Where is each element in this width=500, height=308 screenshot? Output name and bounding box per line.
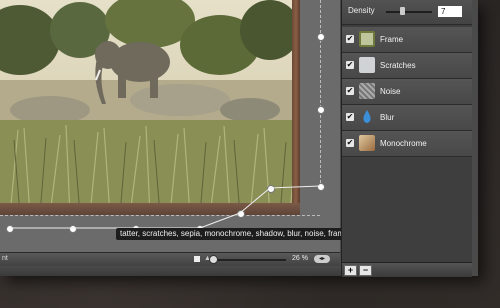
filter-row-noise[interactable]: ✔ Noise [342,79,472,105]
filter-row-blur[interactable]: ✔ Blur [342,105,472,131]
frame-checkbox[interactable]: ✔ [346,35,354,43]
panel-footer: + − [342,262,472,277]
filter-row-monochrome[interactable]: ✔ Monochrome [342,131,472,157]
window-bottom-bar [0,266,341,276]
filter-label: Frame [380,35,404,44]
filter-label: Monochrome [380,139,427,148]
monochrome-icon [359,135,375,151]
density-label: Density [348,6,375,15]
density-row: Density 7 [342,0,472,25]
blur-checkbox[interactable]: ✔ [346,113,354,121]
filter-row-scratches[interactable]: ✔ Scratches [342,53,472,79]
monochrome-checkbox[interactable]: ✔ [346,139,354,147]
density-value-field[interactable]: 7 [438,6,462,17]
status-text: nt [2,255,8,262]
filter-label: Scratches [380,61,416,70]
blur-drop-icon [359,109,375,125]
filter-row-frame[interactable]: ✔ Frame [342,27,472,53]
filter-label: Noise [380,87,401,96]
zoom-level: 26 % [292,255,308,262]
fit-toggle-button[interactable]: ◂▸ [314,255,330,263]
zoom-slider[interactable] [212,259,286,261]
filters-panel: Density 7 ✔ Frame ✔ Scratches ✔ Noise ✔ … [341,0,472,277]
noise-icon [359,83,375,99]
add-filter-button[interactable]: + [344,265,357,276]
noise-checkbox[interactable]: ✔ [346,87,354,95]
filter-list: ✔ Frame ✔ Scratches ✔ Noise ✔ Blur ✔ Mon… [342,27,472,157]
shadow-curve [10,185,321,229]
remove-filter-button[interactable]: − [359,265,372,276]
frame-icon [359,31,375,47]
canvas-area[interactable]: tatter, scratches, sepia, monochrome, sh… [0,0,353,252]
filter-label: Blur [380,113,395,122]
status-bar: nt ▲ 26 % ◂▸ [0,252,340,267]
small-view-icon[interactable] [194,256,200,262]
scratches-checkbox[interactable]: ✔ [346,61,354,69]
density-slider[interactable] [386,11,432,13]
filter-tooltip: tatter, scratches, sepia, monochrome, sh… [116,228,353,240]
scratches-icon [359,57,375,73]
zoom-slider-knob[interactable] [209,255,218,264]
density-slider-knob[interactable] [400,7,405,15]
app-window: tatter, scratches, sepia, monochrome, sh… [0,0,478,277]
